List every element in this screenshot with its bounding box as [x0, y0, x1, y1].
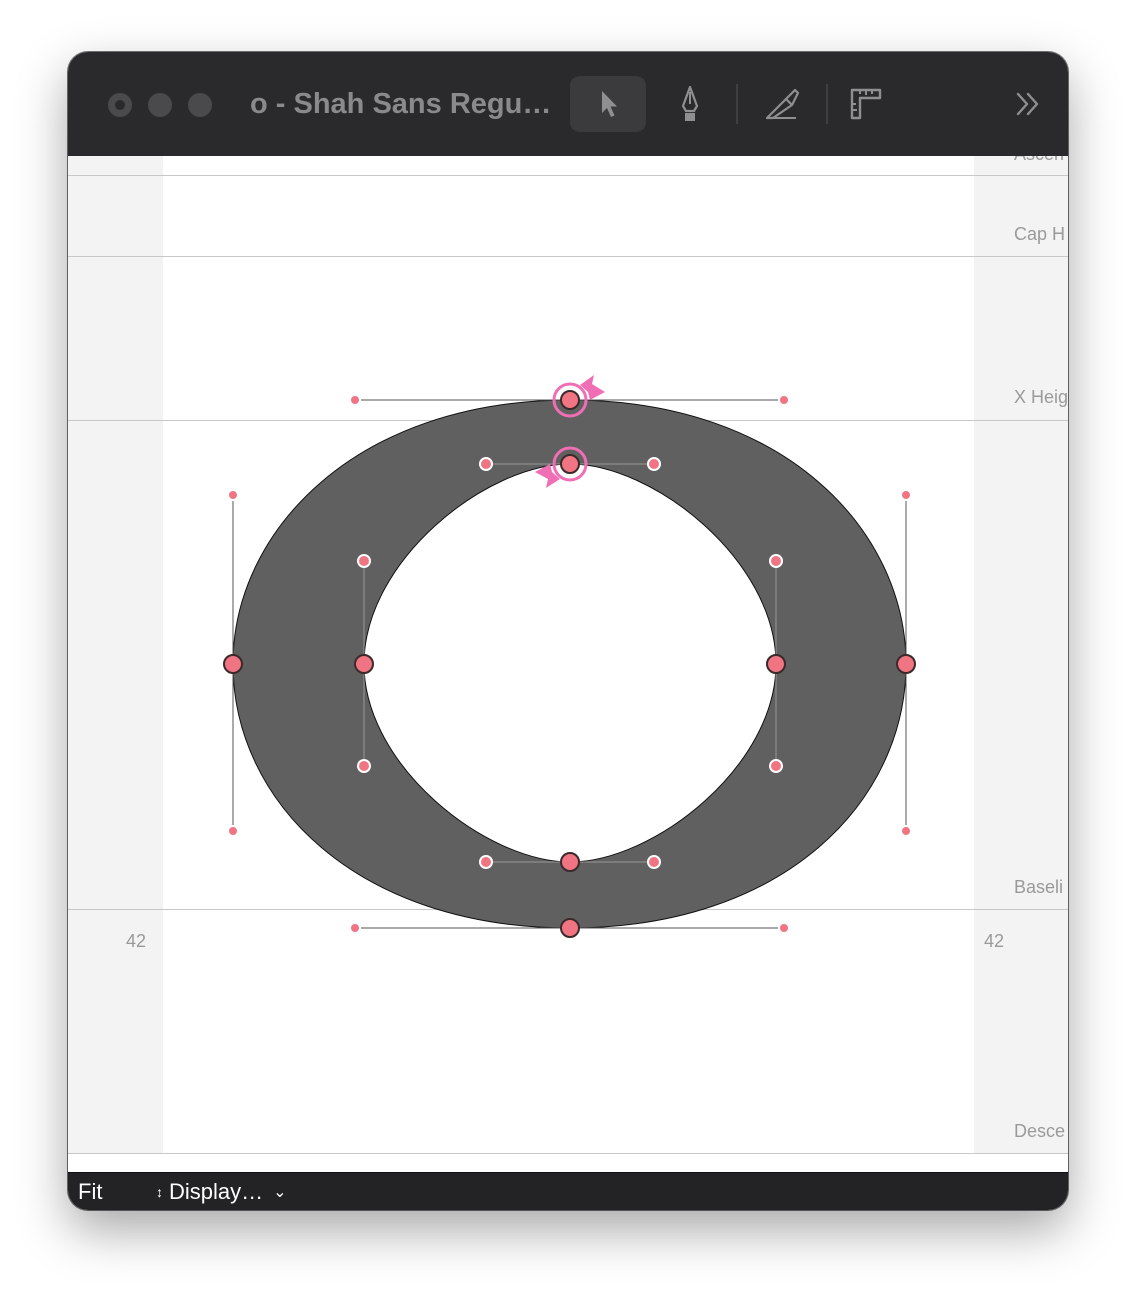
on-curve-point[interactable]	[223, 654, 243, 674]
off-curve-point[interactable]	[769, 554, 783, 568]
on-curve-point[interactable]	[766, 654, 786, 674]
chevron-down-icon: ⌄	[273, 1184, 287, 1201]
glyph-canvas[interactable]: Ascen Cap H X Heig Baseli Desce 42 42	[68, 156, 1068, 1172]
on-curve-point[interactable]	[896, 654, 916, 674]
zoom-button[interactable]	[188, 93, 212, 117]
off-curve-point[interactable]	[479, 457, 493, 471]
on-curve-point[interactable]	[560, 390, 580, 410]
title-bar: o - Shah Sans Regu…	[68, 52, 1068, 156]
on-curve-point[interactable]	[560, 454, 580, 474]
off-curve-point[interactable]	[357, 759, 371, 773]
off-curve-point[interactable]	[900, 825, 912, 837]
glyph-editor-window: o - Shah Sans Regu… Cap H X Heig Baseli …	[68, 52, 1068, 1210]
pen-tool-button[interactable]	[652, 76, 728, 132]
off-curve-point[interactable]	[647, 855, 661, 869]
off-curve-point[interactable]	[349, 394, 361, 406]
off-curve-point[interactable]	[647, 457, 661, 471]
off-curve-point[interactable]	[227, 489, 239, 501]
double-chevron-right-icon	[1016, 92, 1039, 116]
on-curve-point[interactable]	[560, 852, 580, 872]
window-title: o - Shah Sans Regu…	[250, 88, 552, 120]
knife-tool-button[interactable]	[744, 76, 820, 132]
off-curve-point[interactable]	[349, 922, 361, 934]
glyph-outline[interactable]	[68, 156, 1068, 1172]
display-menu-button[interactable]: ↕ Display… ⌄	[156, 1178, 287, 1206]
knife-icon	[765, 88, 800, 120]
pointer-tool-button[interactable]	[570, 76, 646, 132]
close-button[interactable]	[108, 93, 132, 117]
minimize-button[interactable]	[148, 93, 172, 117]
off-curve-point[interactable]	[357, 554, 371, 568]
status-bar: Fit ↕ Display… ⌄	[68, 1172, 1068, 1210]
off-curve-point[interactable]	[479, 855, 493, 869]
pen-nib-icon	[681, 85, 699, 121]
off-curve-point[interactable]	[778, 922, 790, 934]
toolbar-separator	[736, 84, 738, 124]
off-curve-point[interactable]	[900, 489, 912, 501]
display-menu-label: Display…	[169, 1179, 264, 1204]
off-curve-point[interactable]	[778, 394, 790, 406]
off-curve-point[interactable]	[769, 759, 783, 773]
ruler-tool-button[interactable]	[828, 76, 904, 132]
zoom-popup[interactable]: Fit	[78, 1179, 102, 1205]
toolbar-overflow-button[interactable]	[1000, 76, 1056, 132]
off-curve-point[interactable]	[227, 825, 239, 837]
up-down-chevron-icon: ↕	[156, 1184, 163, 1200]
on-curve-point[interactable]	[560, 918, 580, 938]
arrow-pointer-icon	[602, 91, 617, 117]
on-curve-point[interactable]	[354, 654, 374, 674]
ruler-icon	[850, 88, 882, 120]
